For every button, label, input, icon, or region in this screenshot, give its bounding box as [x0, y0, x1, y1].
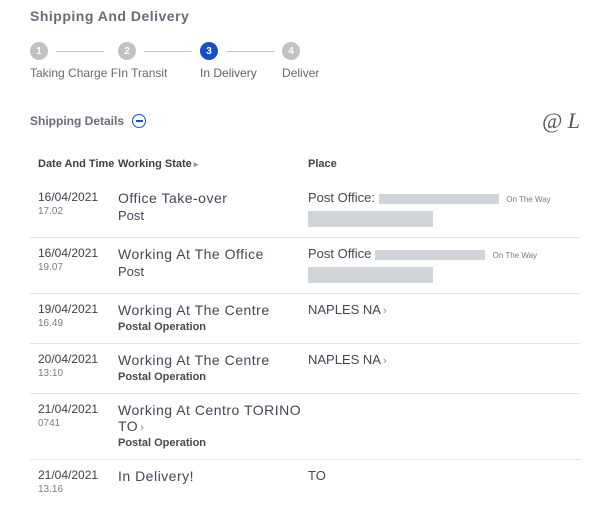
step-1-label: Taking Charge F [30, 66, 118, 80]
table-row: 19/04/2021 16.49 Working At The Centre P… [30, 294, 580, 344]
row-date: 16/04/2021 [38, 246, 118, 260]
row-place: NAPLES NA [308, 352, 381, 367]
step-4: 4 Deliver [282, 42, 319, 80]
step-1: 1 Taking Charge F [30, 42, 118, 80]
table-row: 16/04/2021 19.07 Working At The Office P… [30, 238, 580, 294]
row-date: 20/04/2021 [38, 352, 118, 366]
row-date: 21/04/2021 [38, 402, 118, 416]
table-row: 21/04/2021 0741 Working At Centro TORINO… [30, 394, 580, 460]
row-place: Post Office [308, 246, 371, 261]
step-1-circle: 1 [30, 42, 48, 60]
row-state: Working At The Office [118, 246, 308, 262]
step-3: 3 In Delivery [200, 42, 282, 80]
table-row: 16/04/2021 17.02 Office Take-over Post P… [30, 182, 580, 238]
details-label: Shipping Details [30, 114, 124, 128]
redacted-block [375, 250, 485, 260]
status-badge: On The Way [493, 251, 537, 260]
step-3-circle: 3 [200, 42, 218, 60]
page-title: Shipping And Delivery [30, 8, 580, 24]
connector [144, 51, 192, 52]
row-time: 16.49 [38, 318, 118, 329]
redacted-block [379, 194, 499, 204]
row-state: Working At The Centre [118, 302, 308, 318]
step-4-circle: 4 [282, 42, 300, 60]
row-date: 16/04/2021 [38, 190, 118, 204]
row-state: Working At The Centre [118, 352, 308, 368]
brand-mark: @ L [542, 108, 580, 134]
row-date: 21/04/2021 [38, 468, 118, 482]
row-place: Post Office: [308, 190, 375, 205]
progress-stepper: 1 Taking Charge F 2 In Transit 3 In Deli… [30, 42, 580, 80]
header-place[interactable]: Place [308, 158, 572, 170]
header-state-label: Working State [118, 158, 192, 170]
header-state[interactable]: Working State▸ [118, 158, 308, 170]
row-time: 13:10 [38, 368, 118, 379]
tracking-table: Date And Time Working State▸ Place 16/04… [30, 152, 580, 505]
step-3-label: In Delivery [200, 66, 257, 80]
chevron-right-icon: › [383, 305, 387, 317]
chevron-right-icon: › [140, 422, 144, 434]
redacted-block [308, 267, 433, 283]
connector [56, 51, 104, 52]
row-time: 13.16 [38, 484, 118, 495]
row-state-line2: Post [118, 264, 308, 279]
row-state-line2: Post [118, 208, 308, 223]
row-place: NAPLES NA [308, 302, 381, 317]
row-state-sub: Postal Operation [118, 321, 308, 333]
row-state: In Delivery! [118, 468, 308, 484]
row-state-text: Working At Centro TORINO TO [118, 402, 301, 434]
details-header: Shipping Details @ L [30, 108, 580, 134]
row-place: TO [308, 468, 572, 483]
table-row: 21/04/2021 13.16 In Delivery! TO [30, 460, 580, 505]
row-state: Working At Centro TORINO TO› [118, 402, 308, 434]
header-datetime[interactable]: Date And Time [38, 158, 118, 170]
connector [226, 51, 274, 52]
row-time: 19.07 [38, 262, 118, 273]
step-2: 2 In Transit [118, 42, 200, 80]
step-2-circle: 2 [118, 42, 136, 60]
collapse-icon[interactable] [132, 114, 146, 128]
row-date: 19/04/2021 [38, 302, 118, 316]
table-header: Date And Time Working State▸ Place [30, 152, 580, 182]
sort-icon: ▸ [194, 159, 199, 169]
redacted-block [308, 211, 433, 227]
row-state-sub: Postal Operation [118, 437, 308, 449]
row-time: 17.02 [38, 206, 118, 217]
status-badge: On The Way [506, 195, 550, 204]
table-row: 20/04/2021 13:10 Working At The Centre P… [30, 344, 580, 394]
row-state-sub: Postal Operation [118, 371, 308, 383]
row-state: Office Take-over [118, 190, 308, 206]
row-time: 0741 [38, 418, 118, 429]
chevron-right-icon: › [383, 355, 387, 367]
step-2-label: In Transit [118, 66, 167, 80]
step-4-label: Deliver [282, 66, 319, 80]
